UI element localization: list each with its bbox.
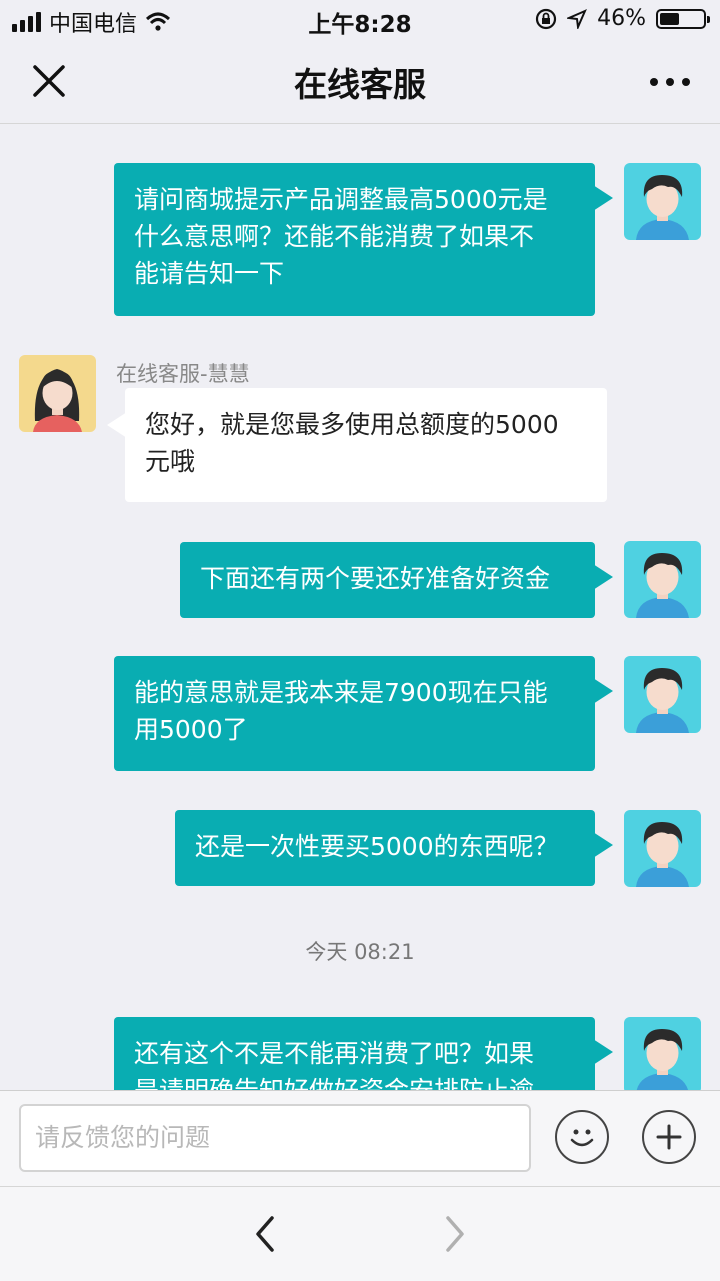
more-icon[interactable] [648,70,692,94]
bottom-nav-bar [0,1186,720,1281]
boy-avatar-illustration [624,163,701,240]
user-avatar[interactable] [624,1017,701,1090]
user-message-bubble[interactable]: 还有这个不是不能再消费了吧？如果 是请明确告知好做好资金安排防止逾 [114,1017,613,1090]
message-line: 下面还有两个要还好准备好资金 [200,564,551,593]
message-line: 元哦 [145,447,196,476]
message-line: 请问商城提示产品调整最高5000元是 [134,185,548,214]
user-message-bubble[interactable]: 能的意思就是我本来是7900现在只能 用5000了 [114,656,613,771]
input-placeholder: 请反馈您的问题 [35,1123,211,1152]
emoji-button[interactable] [555,1110,609,1164]
message-line: 您好，就是您最多使用总额度的5000 [145,410,559,439]
boy-avatar-illustration [624,656,701,733]
chat-area[interactable]: 请问商城提示产品调整最高5000元是 什么意思啊？还能不能消费了如果不 能请告知… [0,124,720,1090]
chevron-right-icon[interactable] [440,1215,470,1253]
message-input[interactable]: 请反馈您的问题 [19,1104,531,1172]
page-title: 在线客服 [294,65,426,104]
message-line: 还是一次性要买5000的东西呢？ [195,832,559,861]
battery-icon [656,8,710,29]
message-line: 能请告知一下 [134,259,285,288]
agent-avatar[interactable] [19,355,96,432]
smiley-icon [570,1129,594,1147]
user-avatar[interactable] [624,541,701,618]
agent-message-bubble[interactable]: 您好，就是您最多使用总额度的5000 元哦 [107,388,607,502]
message-line: 什么意思啊？还能不能消费了如果不 [134,222,535,251]
status-right: 46% [535,6,710,31]
battery-percent: 46% [597,6,646,31]
boy-avatar-illustration [624,1017,701,1090]
user-message-bubble[interactable]: 下面还有两个要还好准备好资金 [180,542,613,618]
message-line: 能的意思就是我本来是7900现在只能 [134,678,548,707]
message-line: 是请明确告知好做好资金安排防止逾 [134,1072,575,1090]
rotation-lock-icon [535,8,557,29]
chat-timestamp: 今天 08:21 [305,940,415,964]
girl-avatar-illustration [19,355,96,432]
plus-icon [656,1124,682,1150]
input-bar: 请反馈您的问题 [0,1090,720,1186]
location-arrow-icon [567,8,588,29]
nav-bar: 在线客服 [0,40,720,124]
boy-avatar-illustration [624,541,701,618]
user-message-bubble[interactable]: 请问商城提示产品调整最高5000元是 什么意思啊？还能不能消费了如果不 能请告知… [114,163,613,316]
status-bar: 中国电信 上午8:28 46% [0,0,720,40]
boy-avatar-illustration [624,810,701,887]
user-message-bubble[interactable]: 还是一次性要买5000的东西呢？ [175,810,613,886]
message-line: 还有这个不是不能再消费了吧？如果 [134,1039,535,1068]
add-button[interactable] [642,1110,696,1164]
user-avatar[interactable] [624,810,701,887]
chevron-left-icon[interactable] [250,1215,280,1253]
message-line: 用5000了 [134,715,248,744]
agent-sender-name: 在线客服-慧慧 [116,362,250,386]
user-avatar[interactable] [624,656,701,733]
user-avatar[interactable] [624,163,701,240]
